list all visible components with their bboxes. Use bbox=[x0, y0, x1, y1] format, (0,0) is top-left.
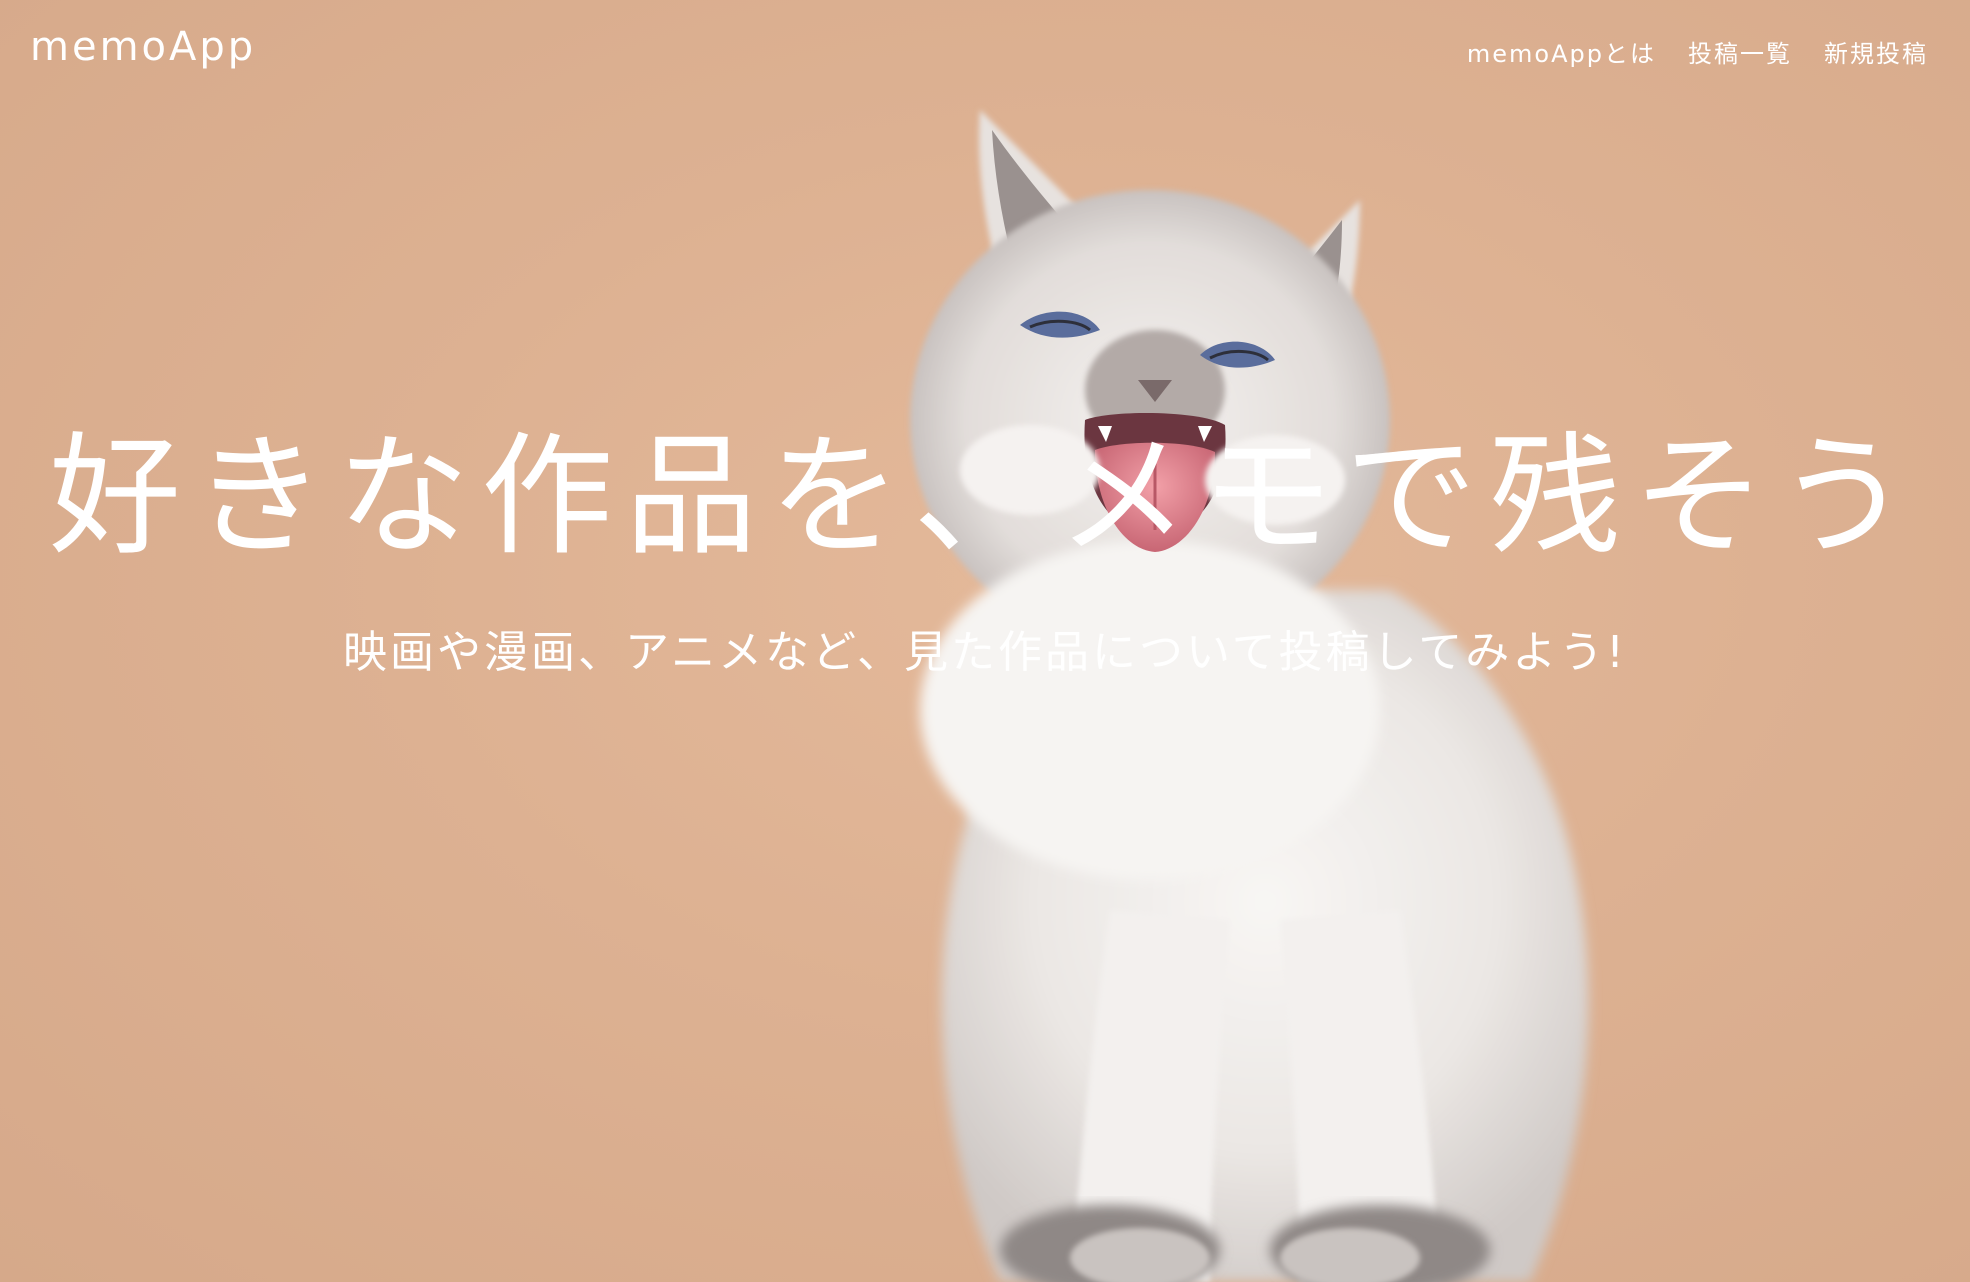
hero-subline: 映画や漫画、アニメなど、見た作品について投稿してみよう! bbox=[343, 627, 1627, 678]
hero-headline: 好きな作品を、メモで残そう bbox=[49, 420, 1921, 574]
nav-link-about[interactable]: memoAppとは bbox=[1467, 34, 1656, 69]
nav-link-post-list[interactable]: 投稿一覧 bbox=[1688, 34, 1792, 69]
hero-section: memoApp memoAppとは 投稿一覧 新規投稿 好きな作品を、メモで残そ… bbox=[0, 0, 1970, 1282]
top-navbar: memoApp memoAppとは 投稿一覧 新規投稿 bbox=[0, 0, 1970, 100]
logo-link[interactable]: memoApp bbox=[30, 24, 256, 70]
nav-links: memoAppとは 投稿一覧 新規投稿 bbox=[1467, 34, 1928, 69]
hero-kitten-image bbox=[880, 90, 1640, 1282]
nav-link-new-post[interactable]: 新規投稿 bbox=[1824, 34, 1928, 69]
